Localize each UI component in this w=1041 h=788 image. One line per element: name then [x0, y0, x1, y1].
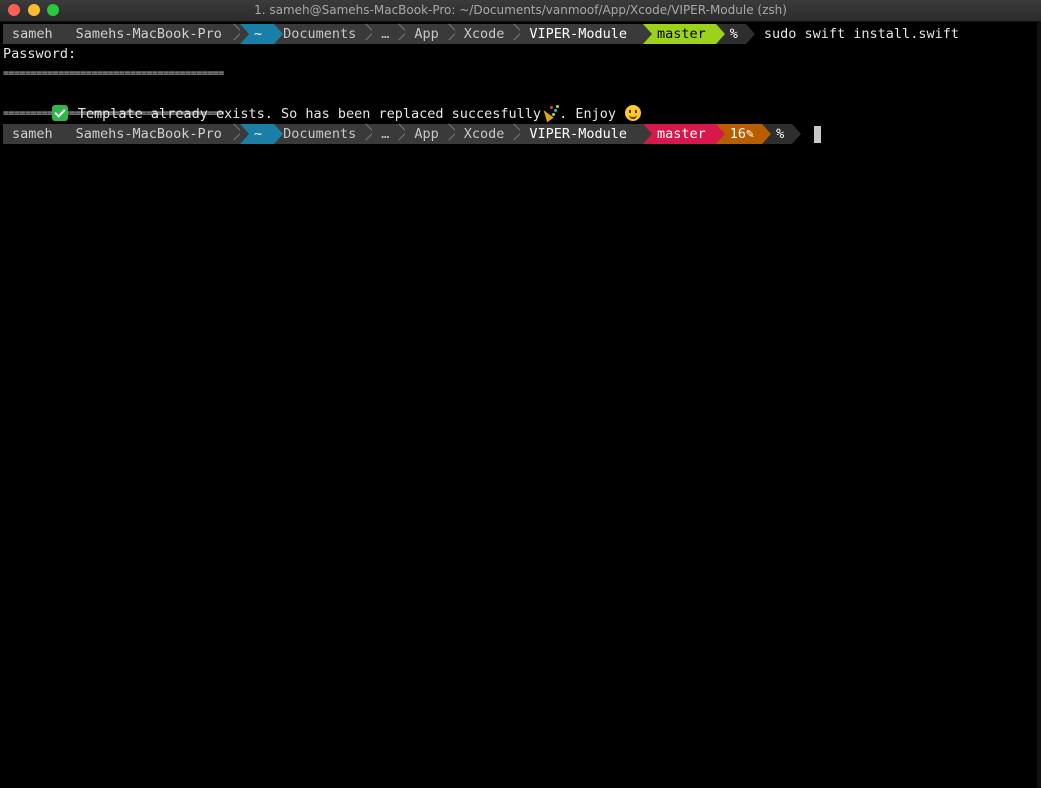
party-popper-icon [542, 105, 558, 121]
title-bar[interactable]: 1. sameh@Samehs-MacBook-Pro: ~/Documents… [0, 0, 1041, 22]
terminal-output[interactable]: sameh Samehs-MacBook-Pro ~ Documents … A… [3, 24, 1033, 144]
scrollbar[interactable] [1037, 22, 1041, 788]
prompt-line-1: sameh Samehs-MacBook-Pro ~ Documents … A… [3, 24, 1033, 44]
password-line: Password: [3, 46, 77, 62]
smiling-face-icon [625, 104, 642, 121]
prompt-host-segment: Samehs-MacBook-Pro [66, 124, 250, 144]
status-message-text: Template already exists. So has been rep… [77, 106, 542, 122]
status-message-mid: . Enjoy [559, 106, 616, 122]
prompt-host-segment: Samehs-MacBook-Pro [66, 24, 250, 44]
prompt-dir-segment: Documents [274, 24, 382, 44]
text-cursor[interactable] [814, 125, 822, 143]
prompt-dir-segment-current: VIPER-Module [520, 24, 652, 44]
check-mark-button-icon [51, 104, 68, 121]
prompt-dir-segment: Xcode [454, 124, 530, 144]
window-title: 1. sameh@Samehs-MacBook-Pro: ~/Documents… [254, 3, 787, 17]
prompt-user-segment: sameh [3, 124, 76, 144]
status-message-line: Template already exists. So has been rep… [3, 84, 1033, 122]
prompt-user-segment: sameh [3, 24, 76, 44]
prompt-git-branch-segment: master [642, 24, 725, 44]
divider-rule-top: ======================================== [3, 68, 224, 79]
prompt-line-2: sameh Samehs-MacBook-Pro ~ Documents … A… [3, 124, 1033, 144]
terminal-window: 1. sameh@Samehs-MacBook-Pro: ~/Documents… [0, 0, 1041, 788]
prompt-dir-segment-current: VIPER-Module [520, 124, 652, 144]
prompt-git-branch-segment: master [642, 124, 725, 144]
prompt-dir-segment: Documents [274, 124, 382, 144]
prompt-dir-segment: Xcode [454, 24, 530, 44]
typed-command: sudo swift install.swift [763, 26, 959, 42]
